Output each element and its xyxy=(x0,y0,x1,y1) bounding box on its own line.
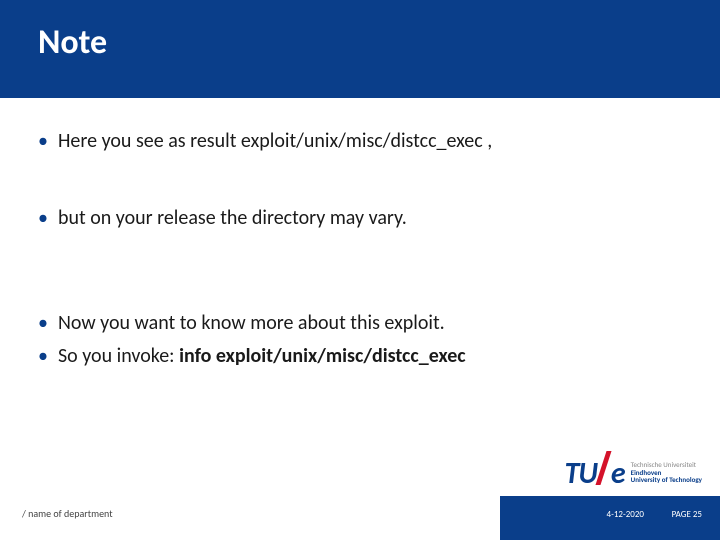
bullet-text: Here you see as result exploit/unix/misc… xyxy=(58,128,492,155)
bullet-text-prefix: So you invoke: xyxy=(58,344,179,368)
bullet-icon: • xyxy=(38,128,48,155)
slide-footer: / name of department 4-12-2020 PAGE 25 xyxy=(0,468,720,540)
bullet-text-bold: info exploit/unix/misc/distcc_exec xyxy=(179,344,466,368)
bullet-item: • So you invoke: info exploit/unix/misc/… xyxy=(38,343,682,370)
header-band xyxy=(0,0,720,98)
bullet-text: but on your release the directory may va… xyxy=(58,205,407,232)
bullet-item: • Now you want to know more about this e… xyxy=(38,310,682,337)
slide-content: • Here you see as result exploit/unix/mi… xyxy=(38,128,682,376)
footer-page: PAGE 25 xyxy=(672,509,702,520)
department-label: / name of department xyxy=(22,507,113,520)
bullet-text: So you invoke: info exploit/unix/misc/di… xyxy=(58,343,466,370)
bullet-item: • but on your release the directory may … xyxy=(38,205,682,232)
bullet-icon: • xyxy=(38,205,48,232)
bullet-item: • Here you see as result exploit/unix/mi… xyxy=(38,128,682,155)
slide-title: Note xyxy=(38,22,107,63)
bullet-icon: • xyxy=(38,310,48,337)
bullet-icon: • xyxy=(38,343,48,370)
bullet-text: Now you want to know more about this exp… xyxy=(58,310,445,337)
footer-date: 4-12-2020 xyxy=(607,509,644,520)
